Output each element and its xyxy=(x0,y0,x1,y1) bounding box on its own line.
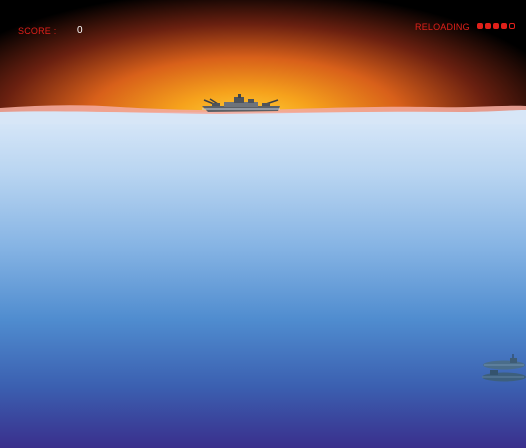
score-label: SCORE : xyxy=(18,26,57,36)
ammo-dot-icon xyxy=(493,23,499,29)
battleship-icon xyxy=(202,94,280,112)
ammo-dot-icon xyxy=(501,23,507,29)
submarine-icon xyxy=(482,370,526,382)
ammo-indicator xyxy=(477,23,515,29)
reload-label: RELOADING xyxy=(415,22,470,32)
game-canvas[interactable]: SCORE : 0 RELOADING xyxy=(0,0,526,448)
score-value: 0 xyxy=(77,25,83,36)
ammo-dot-icon xyxy=(509,23,515,29)
ammo-dot-icon xyxy=(485,23,491,29)
ocean-water xyxy=(0,112,526,448)
ammo-dot-icon xyxy=(477,23,483,29)
